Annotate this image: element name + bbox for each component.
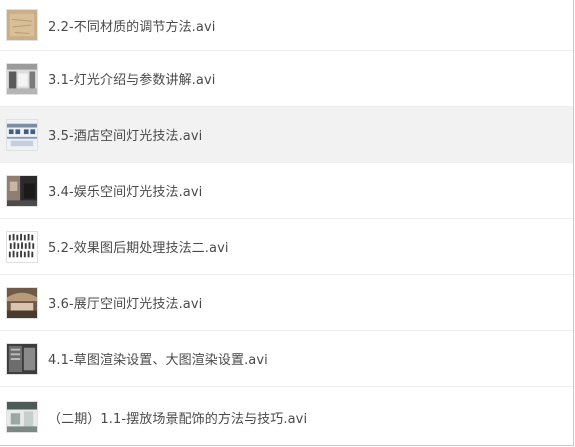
list-item[interactable]: 4.1-草图渲染设置、大图渲染设置.avi (0, 331, 573, 387)
list-item[interactable]: 3.1-灯光介绍与参数讲解.avi (0, 51, 573, 107)
video-file-list: 2.2-不同材质的调节方法.avi 3.1-灯光介绍与参数讲解.avi 3.5-… (0, 0, 573, 445)
interior-room-thumbnail (6, 62, 38, 95)
paper-texture-thumbnail (6, 9, 38, 41)
file-name: 3.5-酒店空间灯光技法.avi (48, 129, 203, 144)
list-item[interactable]: 2.2-不同材质的调节方法.avi (0, 0, 573, 51)
file-name: （二期）1.1-摆放场景配饰的方法与技巧.avi (48, 411, 308, 427)
list-item[interactable]: 3.4-娱乐空间灯光技法.avi (0, 163, 573, 219)
list-item[interactable]: （二期）1.1-摆放场景配饰的方法与技巧.avi (0, 387, 573, 445)
scene-decor-thumbnail (6, 401, 38, 433)
entertainment-space-thumbnail (6, 174, 38, 207)
file-list-window: 2.2-不同材质的调节方法.avi 3.1-灯光介绍与参数讲解.avi 3.5-… (0, 0, 574, 446)
file-name: 5.2-效果图后期处理技法二.avi (48, 241, 229, 256)
file-name: 3.1-灯光介绍与参数讲解.avi (48, 73, 216, 88)
exhibition-hall-thumbnail (6, 286, 38, 319)
file-name: 3.6-展厅空间灯光技法.avi (48, 297, 203, 312)
list-item[interactable]: 3.6-展厅空间灯光技法.avi (0, 275, 573, 331)
list-item-selected[interactable]: 3.5-酒店空间灯光技法.avi (0, 107, 573, 163)
file-name: 4.1-草图渲染设置、大图渲染设置.avi (48, 353, 268, 368)
figure-cutouts-thumbnail (6, 230, 38, 263)
render-settings-thumbnail (6, 342, 38, 375)
file-name: 3.4-娱乐空间灯光技法.avi (48, 185, 203, 200)
file-name: 2.2-不同材质的调节方法.avi (48, 19, 216, 35)
hotel-lobby-thumbnail (6, 118, 38, 151)
list-item[interactable]: 5.2-效果图后期处理技法二.avi (0, 219, 573, 275)
